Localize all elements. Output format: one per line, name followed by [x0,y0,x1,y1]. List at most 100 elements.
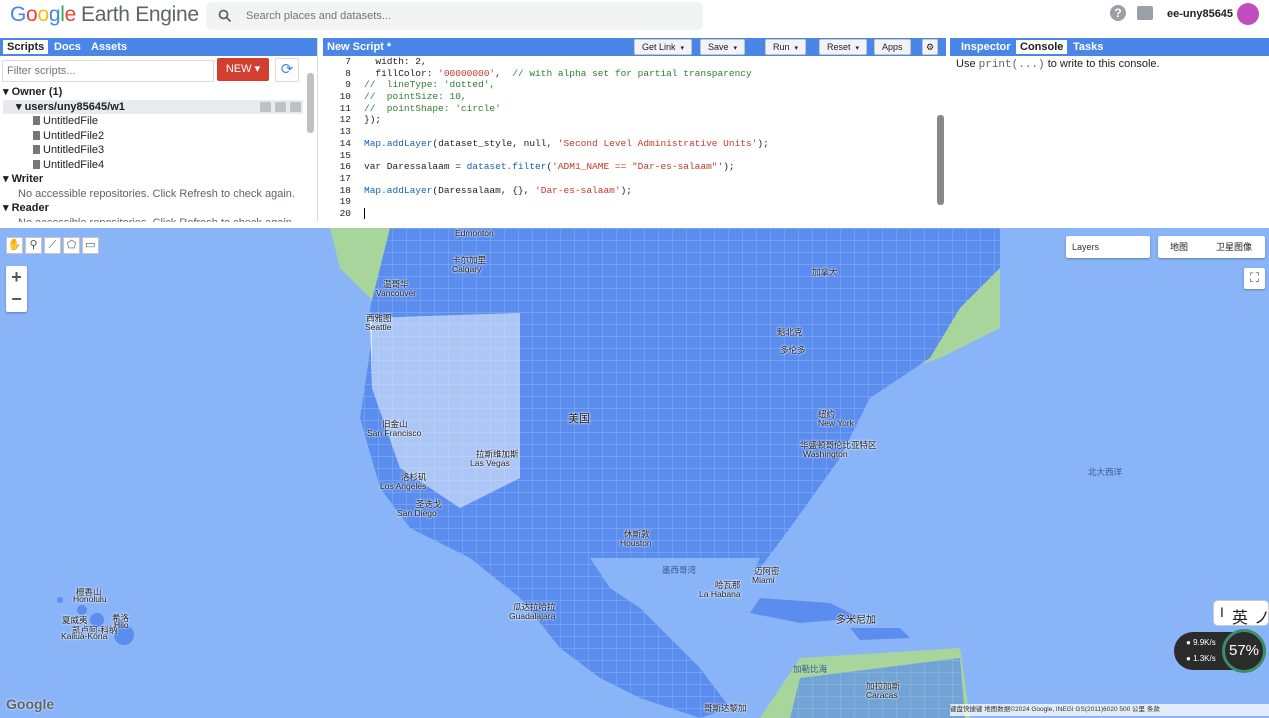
code-line[interactable]: 8 fillColor: '00000000', // with alpha s… [323,68,935,80]
chevron-down-icon[interactable]: ▾ [681,42,685,56]
scroll-thumb[interactable] [307,73,314,133]
logo-product-name: Earth Engine [80,3,199,26]
get-link-button[interactable]: Get Link ▾ [634,39,693,56]
line-number: 16 [339,161,351,173]
left-scrollbar[interactable] [307,61,315,221]
chevron-down-icon[interactable]: ▾ [795,42,799,56]
script-tree: ▾ Owner (1) ▾ users/uny85645/w1 Untitled… [3,85,303,222]
code-line[interactable]: 11 // pointShape: 'circle' [323,103,935,115]
fullscreen-icon[interactable]: ⛶ [1244,268,1265,289]
repo-settings-icon[interactable] [260,101,271,112]
city-label: San Francisco [367,428,422,438]
code-line[interactable]: 18 Map.addLayer(Daressalaam, {}, 'Dar-es-… [323,185,935,197]
city-label: New York [818,418,854,428]
code-line[interactable]: 7 width: 2, [323,56,935,68]
file-icon [33,116,40,125]
tree-reader[interactable]: ▾ Reader [3,201,303,216]
chevron-down-icon[interactable]: ▾ [734,42,738,56]
code-line[interactable]: 15 [323,150,935,162]
repo-tools [256,101,301,115]
code-line[interactable]: 17 [323,173,935,185]
ime-symbol: ノ [1254,610,1269,627]
map-type-map[interactable]: 地图 [1170,236,1188,258]
city-label: Washington [803,449,848,459]
tab-scripts[interactable]: Scripts [3,40,49,54]
editor-toolbar: New Script * Get Link ▾ Save ▾ Run ▾ Reset ▾… [323,38,946,56]
user-project-name[interactable]: ee-uny85645 [1167,8,1233,20]
scroll-thumb[interactable] [937,115,944,205]
code-line[interactable]: 12}); [323,114,935,126]
search-box [206,2,703,30]
apps-button[interactable]: Apps [874,39,911,55]
tab-inspector[interactable]: Inspector [957,40,1015,54]
tree-file[interactable]: UntitledFile [3,114,303,129]
console-hint: Use print(...) to write to this console. [956,58,1160,71]
code-line[interactable]: 16 var Daressalaam = dataset.filter('ADM1… [323,161,935,173]
tab-assets[interactable]: Assets [87,40,131,54]
earth-engine-logo[interactable]: Google Earth Engine [10,3,199,27]
code-line[interactable]: 20 [323,208,935,220]
line-tool-icon[interactable]: ⟋ [44,237,61,254]
tree-file[interactable]: UntitledFile2 [3,129,303,144]
tree-file[interactable]: UntitledFile4 [3,158,303,173]
reset-button[interactable]: Reset ▾ [819,39,868,56]
city-label: Honolulu [73,594,107,604]
search-input[interactable] [244,6,684,26]
ime-mode[interactable]: 英 [1232,604,1248,628]
tab-console[interactable]: Console [1016,40,1068,54]
line-number: 19 [339,196,351,208]
logo-letter: g [48,3,61,26]
repo-delete-icon[interactable] [290,101,301,112]
line-number: 15 [339,149,351,161]
gear-icon[interactable]: ⚙ [922,39,939,55]
city-label: Guadalajara [509,611,556,621]
tab-tasks[interactable]: Tasks [1069,40,1107,54]
line-number: 17 [339,172,351,184]
tree-file[interactable]: UntitledFile3 [3,143,303,158]
code-text: Map.addLayer(dataset_style, null, 'Secon… [364,137,769,149]
refresh-icon[interactable]: ⟳ [275,58,299,82]
code-line[interactable]: 9 // lineType: 'dotted', [323,79,935,91]
save-button[interactable]: Save ▾ [700,39,746,56]
code-text: }); [364,114,382,126]
avatar[interactable] [1237,3,1259,25]
repo-new-icon[interactable] [275,101,286,112]
new-button[interactable]: NEW ▾ [217,58,269,81]
download-speed: ● 1.3K/s [1186,654,1216,663]
map-type-satellite[interactable]: 卫星图像 [1216,236,1252,258]
hand-tool-icon[interactable]: ✋ [6,237,23,254]
marker-tool-icon[interactable]: ⚲ [25,237,42,254]
code-line[interactable]: 10 // pointSize: 10, [323,91,935,103]
editor-scrollbar[interactable] [937,60,945,218]
line-number: 11 [339,102,351,114]
city-label: Hilo [114,620,129,630]
help-icon[interactable]: ? [1110,5,1126,21]
tree-repo[interactable]: ▾ users/uny85645/w1 [3,99,303,115]
city-label: 魁北克 [777,327,803,337]
map-attribution[interactable]: 键盘快捷键 地图数据©2024 Google, INEGI GS(2011)60… [950,704,1269,716]
script-title: New Script * [327,41,392,53]
map-canvas[interactable]: Edmonton 卡尔加里 Calgary 温哥华 Vancouver 西雅图 … [0,228,1269,718]
zoom-in-button[interactable]: + [6,266,27,289]
upload-speed: ● 9.9K/s [1186,638,1216,647]
ime-widget[interactable]: I 英 ノ [1213,600,1269,628]
code-text: Map.addLayer(Daressalaam, {}, 'Dar-es-sa… [364,184,632,196]
polygon-tool-icon[interactable]: ⬠ [63,237,80,254]
filter-scripts-input[interactable] [2,60,214,82]
chevron-down-icon[interactable]: ▾ [856,42,860,56]
tree-writer[interactable]: ▾ Writer [3,172,303,187]
zoom-out-button[interactable]: − [6,289,27,312]
layers-button[interactable]: Layers [1066,236,1150,258]
city-label: Vancouver [376,288,417,298]
tree-owner[interactable]: ▾ Owner (1) [3,85,303,100]
code-line[interactable]: 14 Map.addLayer(dataset_style, null, 'Sec… [323,138,935,150]
left-tab-bar: Scripts Docs Assets [0,38,317,56]
code-line[interactable]: 19 [323,196,935,208]
code-line[interactable]: 13 [323,126,935,138]
tab-docs[interactable]: Docs [50,40,85,54]
feedback-icon[interactable] [1137,6,1153,20]
rectangle-tool-icon[interactable]: ▭ [82,237,99,254]
apps-label: Apps [882,42,903,52]
code-area[interactable]: 7 width: 2, 8 fillColor: '00000000', // w… [323,56,935,222]
run-button[interactable]: Run ▾ [765,39,807,56]
